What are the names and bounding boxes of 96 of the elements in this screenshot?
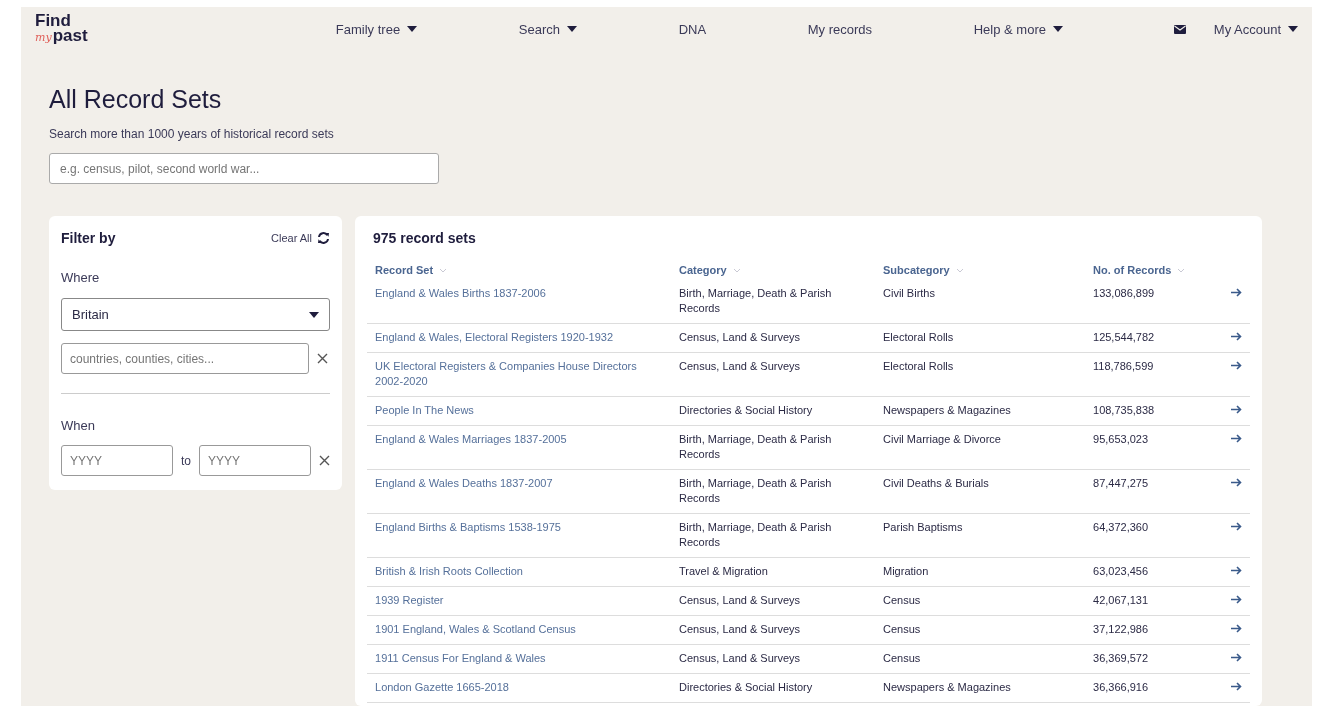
table-cell: Civil Deaths & Burials — [883, 477, 989, 489]
table-cell: Census, Land & Surveys — [679, 331, 801, 343]
table-cell: 87,447,275 — [1093, 477, 1149, 489]
table-cell: 64,372,360 — [1093, 521, 1149, 533]
to-label: to — [181, 453, 191, 468]
year-to-field[interactable]: YYYY — [199, 445, 311, 476]
record-set-link[interactable]: England & Wales Marriages 1837-2005 — [375, 432, 663, 447]
record-set-link[interactable]: 1939 Register — [375, 593, 663, 608]
table-cell: Parish Baptisms — [883, 521, 963, 533]
table-cell: Electoral Rolls — [883, 331, 954, 343]
logo-text: Find — [35, 13, 72, 28]
arrow-right-icon[interactable] — [1231, 478, 1242, 487]
table-cell: Directories & Social History — [679, 404, 813, 416]
record-set-link[interactable]: England & Wales Deaths 1837-2007 — [375, 476, 663, 491]
arrow-right-icon[interactable] — [1231, 682, 1242, 691]
table-cell: 36,369,572 — [1093, 652, 1149, 664]
record-set-link[interactable]: England Births & Baptisms 1538-1975 — [375, 520, 663, 535]
year-from-field[interactable]: YYYY — [61, 445, 173, 476]
column-header[interactable]: No. of Records — [1093, 264, 1172, 276]
table-cell: Migration — [883, 565, 929, 577]
column-header[interactable]: Record Set — [375, 264, 434, 276]
close-icon[interactable] — [319, 455, 330, 466]
table-cell: Birth, Marriage, Death & Parish Records — [679, 477, 832, 504]
page-subtitle: Search more than 1000 years of historical record sets — [49, 127, 335, 141]
results-count: 975 record sets — [373, 230, 477, 246]
nav-link[interactable]: Family tree — [335, 21, 418, 37]
place-field[interactable]: countries, counties, cities... — [61, 343, 309, 374]
filter-title: Filter by — [61, 230, 116, 246]
arrow-right-icon[interactable] — [1231, 361, 1242, 370]
nav-link[interactable]: Help & more — [973, 21, 1063, 37]
record-set-link[interactable]: London Gazette 1665-2018 — [375, 680, 663, 695]
record-set-link[interactable]: 1901 England, Wales & Scotland Census — [375, 622, 663, 637]
table-cell: 95,653,023 — [1093, 433, 1149, 445]
table-cell: Travel & Migration — [679, 565, 768, 577]
region-dropdown[interactable]: Britain — [61, 298, 330, 331]
table-cell: Census, Land & Surveys — [679, 594, 801, 606]
sort-chevron-icon — [1177, 267, 1186, 273]
table-cell: Census — [883, 652, 921, 664]
arrow-right-icon[interactable] — [1231, 566, 1242, 575]
arrow-right-icon[interactable] — [1231, 332, 1242, 341]
column-header[interactable]: Category — [679, 264, 727, 276]
table-cell: Census, Land & Surveys — [679, 652, 801, 664]
table-cell: Census — [883, 623, 921, 635]
table-cell: Electoral Rolls — [883, 360, 954, 372]
table-cell: Civil Marriage & Divorce — [883, 433, 1001, 445]
when-label: When — [61, 418, 96, 433]
nav-link[interactable]: DNA — [678, 21, 707, 37]
sort-chevron-icon — [955, 267, 964, 273]
logo-script: my — [35, 30, 52, 45]
table-cell: 108,735,838 — [1093, 404, 1155, 416]
table-cell: 37,122,986 — [1093, 623, 1149, 635]
table-cell: Civil Births — [883, 287, 935, 299]
where-label: Where — [61, 270, 101, 285]
search-field[interactable]: e.g. census, pilot, second world war... — [49, 153, 439, 184]
table-cell: Birth, Marriage, Death & Parish Records — [679, 521, 832, 548]
clear-all-button[interactable]: Clear All — [271, 232, 330, 244]
nav-link[interactable]: My records — [807, 21, 873, 37]
table-cell: Newspapers & Magazines — [883, 404, 1011, 416]
table-cell: Census — [883, 594, 921, 606]
record-set-link[interactable]: England & Wales Births 1837-2006 — [375, 286, 663, 301]
column-header[interactable]: Subcategory — [883, 264, 950, 276]
logo[interactable]: Find mypast — [35, 13, 285, 45]
logo-text: past — [52, 28, 88, 43]
record-set-link[interactable]: People In The News — [375, 403, 663, 418]
arrow-right-icon[interactable] — [1231, 405, 1242, 414]
table-cell: 125,544,782 — [1093, 331, 1155, 343]
table-cell: Birth, Marriage, Death & Parish Records — [679, 433, 832, 460]
record-set-link[interactable]: British & Irish Roots Collection — [375, 564, 663, 579]
table-cell: Birth, Marriage, Death & Parish Records — [679, 287, 832, 314]
sort-chevron-icon — [439, 267, 448, 273]
sort-chevron-icon — [732, 267, 741, 273]
table-cell: Census, Land & Surveys — [679, 360, 801, 372]
table-cell: Directories & Social History — [679, 681, 813, 693]
table-cell: 42,067,131 — [1093, 594, 1149, 606]
account-menu[interactable]: My Account — [1213, 21, 1298, 37]
table-cell: Newspapers & Magazines — [883, 681, 1011, 693]
table-cell: 133,086,899 — [1093, 287, 1155, 299]
record-set-link[interactable]: 1911 Census For England & Wales — [375, 651, 663, 666]
caret-icon — [309, 311, 319, 318]
page-title: All Record Sets — [49, 85, 223, 114]
arrow-right-icon[interactable] — [1231, 595, 1242, 604]
nav-link[interactable]: Search — [518, 21, 577, 37]
table-cell: 63,023,456 — [1093, 565, 1149, 577]
arrow-right-icon[interactable] — [1231, 522, 1242, 531]
table-cell: Census, Land & Surveys — [679, 623, 801, 635]
table-cell: 36,366,916 — [1093, 681, 1149, 693]
refresh-icon — [317, 232, 330, 244]
record-set-link[interactable]: England & Wales, Electoral Registers 1920-1932 — [375, 330, 663, 345]
mail-icon[interactable] — [1173, 24, 1186, 34]
arrow-right-icon[interactable] — [1231, 434, 1242, 443]
table-cell: 118,786,599 — [1093, 360, 1154, 372]
arrow-right-icon[interactable] — [1231, 624, 1242, 633]
arrow-right-icon[interactable] — [1231, 653, 1242, 662]
arrow-right-icon[interactable] — [1231, 288, 1242, 297]
close-icon[interactable] — [317, 353, 328, 364]
record-set-link[interactable]: UK Electoral Registers & Companies House Directors 2002-2020 — [375, 359, 663, 389]
